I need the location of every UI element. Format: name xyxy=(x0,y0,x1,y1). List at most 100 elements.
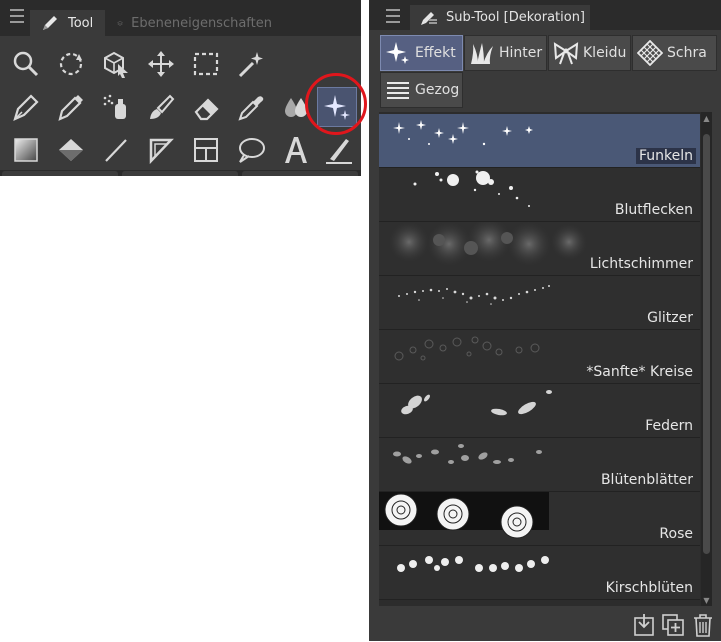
tab-layer-properties[interactable]: Ebeneneigenschaften xyxy=(107,10,282,36)
roses-preview-icon xyxy=(379,492,549,539)
line-icon xyxy=(105,139,127,162)
ruler-tool-button[interactable] xyxy=(141,130,181,170)
subtool-panel: Sub-Tool [Dekoration] Effekt Hinter Klei… xyxy=(369,0,721,641)
scroll-down-icon[interactable]: ▼ xyxy=(701,594,712,606)
airbrush-icon xyxy=(103,94,126,119)
group-gezogene-linie[interactable]: Gezog xyxy=(380,72,463,108)
scroll-thumb[interactable] xyxy=(703,134,710,554)
group-effekt[interactable]: Effekt xyxy=(380,35,463,71)
eyedropper-icon xyxy=(238,96,264,121)
frame-tool-button[interactable] xyxy=(186,130,226,170)
import-subtool-icon xyxy=(634,614,654,636)
text-tool-button[interactable] xyxy=(276,130,316,170)
brush-tool-button[interactable] xyxy=(141,87,181,127)
subtool-item-label: *Sanfte* Kreise xyxy=(586,364,693,380)
subtool-item-label: Funkeln xyxy=(635,148,696,164)
subtool-item-rose[interactable]: Rose xyxy=(379,492,700,546)
object-tool-button[interactable] xyxy=(96,44,136,84)
group-schraffur-label: Schra xyxy=(667,45,707,61)
group-schraffur[interactable]: Schra xyxy=(632,35,717,71)
tool-row-2 xyxy=(4,87,361,127)
tab-subtool[interactable]: Sub-Tool [Dekoration] xyxy=(410,5,590,30)
pen-icon xyxy=(13,94,39,121)
selection-tool-button[interactable] xyxy=(186,44,226,84)
blend-tool-button[interactable] xyxy=(276,87,316,127)
correct-line-tool-button[interactable] xyxy=(319,130,359,170)
correct-line-icon xyxy=(326,139,352,164)
tool-panel-tabbar: Tool Ebeneneigenschaften xyxy=(0,0,361,36)
lines-group-icon xyxy=(387,82,409,99)
subtool-footer xyxy=(369,608,721,641)
hatch-group-icon xyxy=(637,40,663,66)
airbrush-tool-button[interactable] xyxy=(96,87,136,127)
sparkle-group-icon xyxy=(386,42,409,64)
blend-icon xyxy=(285,98,307,117)
subtool-list: Funkeln Blutflecken Lichtschimmer Glitze… xyxy=(379,112,712,606)
subtool-item-kirschblueten[interactable]: Kirschblüten xyxy=(379,546,700,600)
subtool-item-label: Federn xyxy=(645,418,693,434)
subtool-item-glitzer[interactable]: Glitzer xyxy=(379,276,700,330)
group-hintergrund-label: Hinter xyxy=(499,45,543,61)
subtool-item-funkeln[interactable]: Funkeln xyxy=(379,114,700,168)
panel-menu-icon[interactable] xyxy=(10,9,24,23)
ribbon-group-icon xyxy=(553,42,579,65)
move-icon xyxy=(148,51,174,77)
eraser-tool-button[interactable] xyxy=(186,87,226,127)
subtool-item-label: Blütenblätter xyxy=(600,472,693,488)
zoom-icon xyxy=(13,51,39,77)
object-select-icon xyxy=(104,51,128,78)
selection-rect-icon xyxy=(193,52,219,76)
pencil-icon xyxy=(58,95,83,121)
group-kleidung-label: Kleidu xyxy=(583,45,627,61)
gradient-tool-button[interactable] xyxy=(6,130,46,170)
eyedropper-tool-button[interactable] xyxy=(231,87,271,127)
delete-subtool-button[interactable] xyxy=(690,612,716,638)
duplicate-subtool-button[interactable] xyxy=(660,612,686,638)
subtool-pen-icon xyxy=(421,11,437,25)
group-hintergrund[interactable]: Hinter xyxy=(464,35,547,71)
fill-bucket-icon xyxy=(59,139,83,161)
decoration-sparkle-icon xyxy=(324,95,350,120)
gradient-icon xyxy=(14,138,38,162)
grass-group-icon xyxy=(471,43,493,64)
brush-icon xyxy=(150,94,175,119)
fill-tool-button[interactable] xyxy=(51,130,91,170)
import-subtool-button[interactable] xyxy=(631,612,657,638)
auto-select-wand-icon xyxy=(238,52,263,78)
pen-tool-button[interactable] xyxy=(6,87,46,127)
balloon-tool-button[interactable] xyxy=(231,130,271,170)
subtool-scrollbar[interactable]: ▲ ▼ xyxy=(701,112,712,606)
tab-tool-label: Tool xyxy=(68,15,94,31)
subtool-menu-icon[interactable] xyxy=(386,9,400,23)
subtool-item-federn[interactable]: Federn xyxy=(379,384,700,438)
rotate-icon xyxy=(59,52,83,76)
move-tool-button[interactable] xyxy=(141,44,181,84)
pencil-tool-button[interactable] xyxy=(51,87,91,127)
subtool-item-bluetenblaetter[interactable]: Blütenblätter xyxy=(379,438,700,492)
auto-select-tool-button[interactable] xyxy=(231,44,271,84)
frame-border-icon xyxy=(194,138,218,162)
tool-panel: Tool Ebeneneigenschaften xyxy=(0,0,367,176)
scroll-up-icon[interactable]: ▲ xyxy=(701,112,712,124)
rotate-tool-button[interactable] xyxy=(51,44,91,84)
tool-row-3 xyxy=(4,130,361,170)
layer-property-icon xyxy=(117,20,123,26)
tool-row-1 xyxy=(4,44,361,84)
decoration-tool-button[interactable] xyxy=(317,87,357,127)
group-gezogene-linie-label: Gezog xyxy=(415,82,460,98)
zoom-tool-button[interactable] xyxy=(6,44,46,84)
eraser-icon xyxy=(194,98,219,121)
subtool-item-blutflecken[interactable]: Blutflecken xyxy=(379,168,700,222)
subtool-item-lichtschimmer[interactable]: Lichtschimmer xyxy=(379,222,700,276)
group-effekt-label: Effekt xyxy=(415,45,456,61)
speech-balloon-icon xyxy=(239,138,265,163)
subtool-item-label: Blutflecken xyxy=(614,202,693,218)
group-kleidung[interactable]: Kleidu xyxy=(548,35,631,71)
tab-tool[interactable]: Tool xyxy=(30,10,105,36)
line-tool-button[interactable] xyxy=(96,130,136,170)
duplicate-subtool-icon xyxy=(662,614,684,636)
tool-panel-bottom-tabs xyxy=(0,170,361,176)
subtool-item-label: Lichtschimmer xyxy=(589,256,693,272)
subtool-item-sanfte-kreise[interactable]: *Sanfte* Kreise xyxy=(379,330,700,384)
delete-subtool-icon xyxy=(694,614,712,637)
